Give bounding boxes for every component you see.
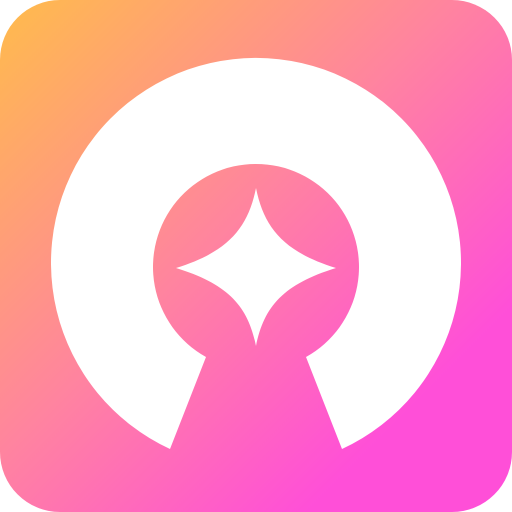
app-icon-graphic — [0, 0, 512, 512]
app-icon — [0, 0, 512, 512]
